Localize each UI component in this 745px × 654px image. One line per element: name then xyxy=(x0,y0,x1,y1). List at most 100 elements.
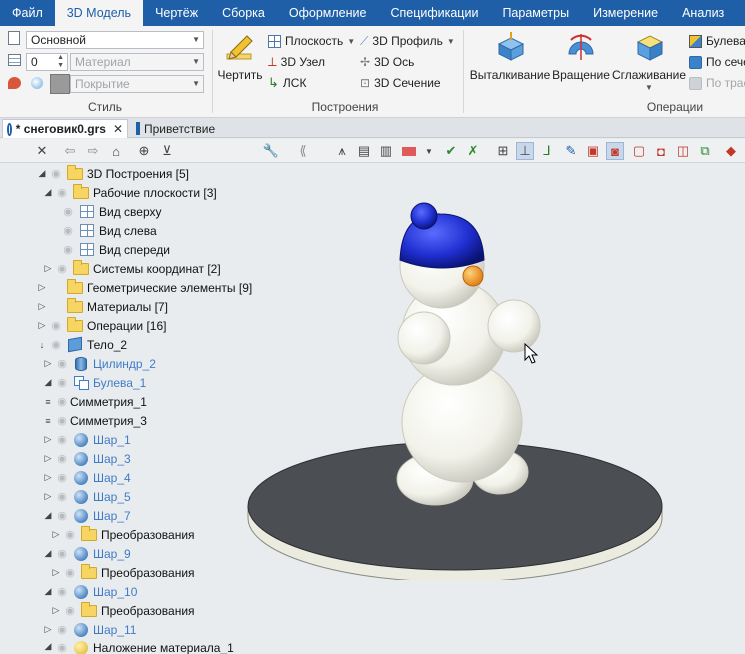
expand-icon[interactable]: ◢ xyxy=(42,377,54,388)
close-icon[interactable]: ✕ xyxy=(33,142,51,160)
cube-shaded-icon[interactable]: ◙ xyxy=(606,142,624,160)
tree-item-sphere-9[interactable]: ◢ ◉ Шар_9 xyxy=(42,544,131,563)
menu-specs[interactable]: Спецификации xyxy=(378,0,490,26)
menu-file[interactable]: Файл xyxy=(0,0,55,26)
tree-item-materials[interactable]: ▷ Материалы [7] xyxy=(36,297,168,316)
eye-icon[interactable]: ◉ xyxy=(54,433,70,446)
profile-3d-button[interactable]: ⟋ 3D Профиль ▼ xyxy=(360,31,455,51)
snap-icon[interactable]: ⊥ xyxy=(516,142,534,160)
tree-item-sphere-4[interactable]: ▷ ◉ Шар_4 xyxy=(42,468,131,487)
select-filter-icon[interactable]: ⩚ xyxy=(333,142,351,160)
tree-item-sphere-5[interactable]: ▷ ◉ Шар_5 xyxy=(42,487,131,506)
eye-icon[interactable]: ◉ xyxy=(60,243,76,256)
eye-icon[interactable]: ◉ xyxy=(54,357,70,370)
eye-icon[interactable]: ◉ xyxy=(54,452,70,465)
node-3d-button[interactable]: ⟂ 3D Узел xyxy=(268,52,325,72)
style-select[interactable]: Основной ▼ xyxy=(26,31,204,49)
tree-item-sphere-10[interactable]: ◢ ◉ Шар_10 xyxy=(42,582,137,601)
collapse-icon[interactable]: ⟪ xyxy=(294,142,312,160)
eye-icon[interactable]: ◉ xyxy=(54,395,70,408)
color-fill-icon[interactable] xyxy=(400,142,418,160)
expand-icon[interactable]: ◢ xyxy=(36,168,48,179)
eye-icon[interactable]: ◉ xyxy=(48,167,64,180)
cube-view-icon[interactable]: ◆ xyxy=(722,142,740,160)
smooth-button[interactable]: Сглаживание ▼ xyxy=(612,30,686,92)
menu-drawing[interactable]: Чертёж xyxy=(143,0,210,26)
coating-select[interactable]: Покрытие ▼ xyxy=(70,75,204,93)
eye-icon[interactable]: ◉ xyxy=(54,509,70,522)
menu-measure[interactable]: Измерение xyxy=(581,0,670,26)
tree-item-coord-systems[interactable]: ▷ ◉ Системы координат [2] xyxy=(42,259,221,278)
expand-icon[interactable]: ▷ xyxy=(42,491,54,502)
layer-stepper[interactable]: 0 ▲ ▼ xyxy=(26,53,68,71)
tree-item-transforms[interactable]: ▷ ◉ Преобразования xyxy=(50,563,195,582)
expand-icon[interactable]: ▷ xyxy=(42,453,54,464)
expand-icon[interactable]: ◢ xyxy=(42,510,54,521)
tree-item-work-planes[interactable]: ◢ ◉ Рабочие плоскости [3] xyxy=(42,183,217,202)
expand-icon[interactable]: ◢ xyxy=(42,641,54,652)
tree-item-3d-build[interactable]: ◢ ◉ 3D Построения [5] xyxy=(36,164,189,183)
cube-wire-icon[interactable]: ▢ xyxy=(630,142,648,160)
uncheck-icon[interactable]: ✗ xyxy=(464,142,482,160)
filter-icon[interactable]: ⊻ xyxy=(158,142,176,160)
filter-list2-icon[interactable]: ▥ xyxy=(377,142,395,160)
expand-icon[interactable]: ◢ xyxy=(42,187,54,198)
tree-item-transforms[interactable]: ▷ ◉ Преобразования xyxy=(50,601,195,620)
tree-item-sphere-11[interactable]: ▷ ◉ Шар_11 xyxy=(42,620,136,639)
expand-icon[interactable]: ▷ xyxy=(42,263,54,274)
shapes-icon[interactable]: ⧉ xyxy=(696,142,714,160)
tab-welcome[interactable]: Приветствие xyxy=(132,119,219,138)
eye-icon[interactable]: ◉ xyxy=(54,490,70,503)
expand-icon[interactable]: ▷ xyxy=(36,320,48,331)
color-swatch[interactable] xyxy=(50,74,70,94)
axes-icon[interactable]: ⅃ xyxy=(538,142,556,160)
tree-item-body-2[interactable]: ↓ ◉ Тело_2 xyxy=(36,335,127,354)
boolean-button[interactable]: Булева xyxy=(689,31,745,51)
grid-icon[interactable]: ⊞ xyxy=(494,142,512,160)
expand-icon[interactable]: ▷ xyxy=(42,624,54,635)
tree-item-view-top[interactable]: ◉ Вид сверху xyxy=(60,202,161,221)
eye-icon[interactable]: ◉ xyxy=(62,604,78,617)
tree-item-operations[interactable]: ▷ ◉ Операции [16] xyxy=(36,316,166,335)
extrude-button[interactable]: Выталкивание xyxy=(470,30,550,82)
tab-snowman-doc[interactable]: * снеговик0.grs ✕ xyxy=(2,119,128,138)
back-icon[interactable]: ⇦ xyxy=(61,142,79,160)
menu-3d-model[interactable]: 3D Модель xyxy=(54,0,144,26)
tree-item-sphere-7[interactable]: ◢ ◉ Шар_7 xyxy=(42,506,131,525)
check-icon[interactable]: ✔ xyxy=(442,142,460,160)
expand-icon[interactable]: ▷ xyxy=(42,434,54,445)
wrench-icon[interactable]: 🔧 xyxy=(262,142,280,160)
expand-icon[interactable]: ▷ xyxy=(50,529,62,540)
eye-icon[interactable]: ◉ xyxy=(54,585,70,598)
expand-icon[interactable]: ▷ xyxy=(36,282,48,293)
eye-icon[interactable]: ◉ xyxy=(54,641,70,654)
close-icon[interactable]: ✕ xyxy=(113,122,123,136)
cube-hidden-icon[interactable]: ◘ xyxy=(652,142,670,160)
eye-icon[interactable]: ◉ xyxy=(62,566,78,579)
expand-icon[interactable]: ◢ xyxy=(42,586,54,597)
tree-item-geometry[interactable]: ▷ Геометрические элементы [9] xyxy=(36,278,252,297)
tree-item-view-left[interactable]: ◉ Вид слева xyxy=(60,221,156,240)
cube-red-icon[interactable]: ▣ xyxy=(584,142,602,160)
eye-icon[interactable]: ◉ xyxy=(54,414,70,427)
menu-layout[interactable]: Оформление xyxy=(277,0,379,26)
chevron-down-icon[interactable]: ▼ xyxy=(420,142,438,160)
menu-analysis[interactable]: Анализ xyxy=(670,0,736,26)
cube-edges-icon[interactable]: ◫ xyxy=(674,142,692,160)
expand-icon[interactable]: ▷ xyxy=(42,358,54,369)
expand-icon[interactable]: ▷ xyxy=(50,567,62,578)
menu-params[interactable]: Параметры xyxy=(490,0,581,26)
rotate-button[interactable]: Вращение xyxy=(551,30,611,82)
tree-item-sphere-3[interactable]: ▷ ◉ Шар_3 xyxy=(42,449,131,468)
tree-item-material-apply[interactable]: ◢ ◉ Наложение материала_1 xyxy=(42,641,234,654)
eye-icon[interactable]: ◉ xyxy=(54,623,70,636)
axis-3d-button[interactable]: ✢ 3D Ось xyxy=(360,52,414,72)
by-sections-button[interactable]: По сече xyxy=(689,52,745,72)
expand-icon[interactable]: ◢ xyxy=(42,548,54,559)
section-3d-button[interactable]: ⊡ 3D Сечение xyxy=(360,73,441,93)
forward-icon[interactable]: ⇨ xyxy=(84,142,102,160)
pencil-icon[interactable]: ✎ xyxy=(562,142,580,160)
tree-item-cylinder-2[interactable]: ▷ ◉ Цилиндр_2 xyxy=(42,354,156,373)
eye-icon[interactable]: ◉ xyxy=(54,471,70,484)
expand-icon[interactable]: ↓ xyxy=(36,340,48,350)
